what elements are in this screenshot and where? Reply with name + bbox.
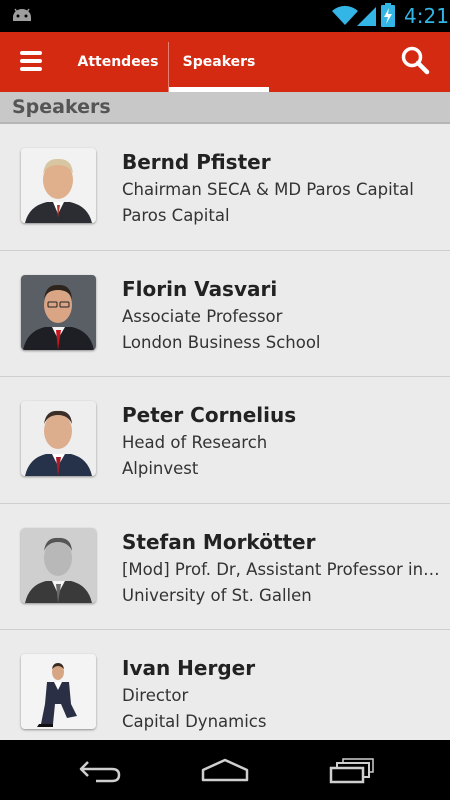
speaker-title: Head of Research — [122, 433, 268, 452]
action-bar: Attendees Speakers — [0, 32, 450, 92]
wifi-icon — [332, 5, 358, 25]
tab-attendees-label: Attendees — [77, 54, 159, 70]
speaker-title: Associate Professor — [122, 306, 283, 326]
speaker-avatar — [21, 148, 96, 223]
speaker-avatar — [21, 274, 96, 350]
speaker-row[interactable]: Ivan Herger Director Capital Dynamics — [0, 630, 450, 740]
speaker-row[interactable]: Peter Cornelius Head of Research Alpinve… — [0, 377, 450, 504]
tab-speakers[interactable]: Speakers — [169, 32, 269, 92]
status-clock: 4:21 — [404, 4, 449, 28]
speaker-row[interactable]: Bernd Pfister Chairman SECA & MD Paros C… — [0, 124, 450, 251]
android-debug-icon — [13, 8, 31, 21]
speaker-name: Ivan Herger — [122, 656, 256, 680]
navigation-bar — [0, 740, 450, 800]
signal-icon — [357, 7, 376, 26]
tab-speakers-label: Speakers — [182, 54, 256, 70]
speaker-company: London Business School — [122, 332, 321, 352]
speaker-row[interactable]: Florin Vasvari Associate Professor Londo… — [0, 250, 450, 377]
speaker-title: Director — [122, 686, 189, 705]
speaker-avatar — [21, 654, 96, 729]
speaker-list[interactable]: Bernd Pfister Chairman SECA & MD Paros C… — [0, 124, 450, 740]
speaker-company: Capital Dynamics — [122, 712, 267, 731]
speaker-company: Paros Capital — [122, 206, 230, 225]
section-header: Speakers — [0, 92, 450, 124]
menu-icon[interactable] — [20, 51, 42, 71]
tab-attendees[interactable]: Attendees — [68, 32, 168, 92]
speaker-name: Bernd Pfister — [122, 150, 271, 174]
search-icon[interactable] — [400, 45, 430, 75]
back-icon[interactable] — [78, 758, 122, 784]
speaker-title: Chairman SECA & MD Paros Capital — [122, 180, 414, 199]
battery-charging-icon — [381, 3, 395, 27]
speaker-company: University of St. Gallen — [122, 585, 312, 605]
speaker-title: [Mod] Prof. Dr, Assistant Professor in B… — [122, 559, 440, 579]
recent-apps-icon[interactable] — [329, 758, 375, 784]
speaker-company: Alpinvest — [122, 459, 199, 478]
speaker-name: Stefan Morkötter — [122, 529, 316, 554]
home-icon[interactable] — [201, 758, 249, 784]
speaker-row[interactable]: Stefan Morkötter [Mod] Prof. Dr, Assista… — [0, 503, 450, 630]
section-title: Speakers — [12, 96, 111, 118]
speaker-avatar — [21, 527, 96, 603]
speaker-name: Florin Vasvari — [122, 276, 278, 301]
status-bar: 4:21 — [0, 0, 450, 32]
speaker-name: Peter Cornelius — [122, 403, 297, 427]
speaker-avatar — [21, 401, 96, 476]
